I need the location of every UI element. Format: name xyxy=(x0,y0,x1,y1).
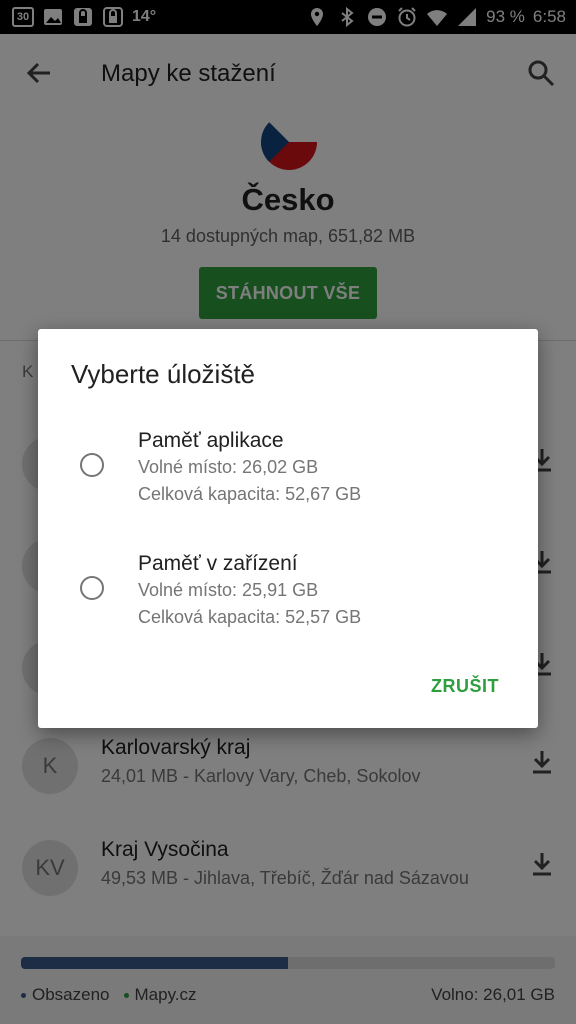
option-app-storage[interactable]: Paměť aplikace Volné místo: 26,02 GB Cel… xyxy=(38,413,538,523)
option-free-space: Volné místo: 26,02 GB xyxy=(138,457,319,477)
storage-picker-dialog: Vyberte úložiště Paměť aplikace Volné mí… xyxy=(38,329,538,728)
option-name: Paměť v zařízení xyxy=(138,552,298,575)
dialog-title: Vyberte úložiště xyxy=(71,359,256,389)
option-capacity: Celková kapacita: 52,67 GB xyxy=(138,484,362,504)
option-device-storage[interactable]: Paměť v zařízení Volné místo: 25,91 GB C… xyxy=(38,536,538,646)
option-name: Paměť aplikace xyxy=(138,429,284,452)
option-free-space: Volné místo: 25,91 GB xyxy=(138,580,319,600)
radio-button[interactable] xyxy=(80,576,104,600)
option-capacity: Celková kapacita: 52,57 GB xyxy=(138,607,362,627)
radio-button[interactable] xyxy=(80,453,104,477)
cancel-button[interactable]: ZRUŠIT xyxy=(425,675,505,698)
